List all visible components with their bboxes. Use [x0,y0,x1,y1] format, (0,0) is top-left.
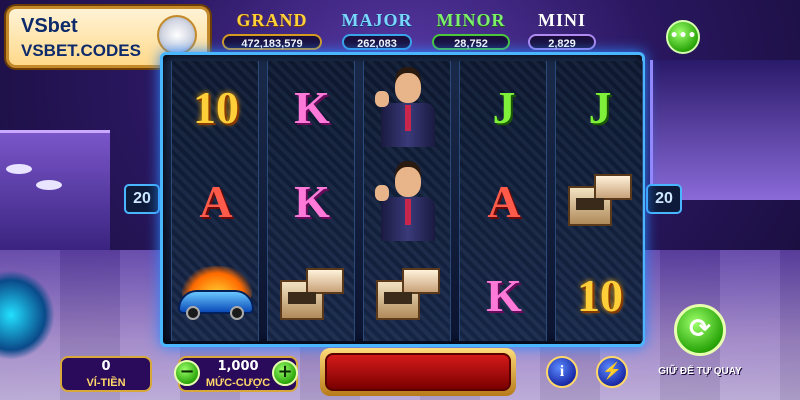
jackpot-mini-name: MINI [538,10,586,30]
jackpot-grand-name: GRAND [236,10,308,30]
jackpot-grand: GRAND 472,183,579 [216,10,328,50]
reel-cell [268,249,356,341]
slot-reels: 10 A K K J A K J 10 [160,52,645,347]
logo-brand-text: VSbet [21,15,78,37]
neon-sofa [0,270,55,360]
mansion-icon [564,170,636,232]
reel: K K [267,61,355,341]
jackpot-minor: MINOR 28,752 [426,10,516,50]
decrease-bet-button[interactable]: − [174,360,200,386]
symbol-k: K [486,269,522,321]
mansion-icon [372,264,444,326]
symbol-a: A [199,175,233,227]
wallet-display: 0 VÍ-TIỀN [60,356,152,392]
wallet-value: 0 [101,359,111,374]
jackpot-major: MAJOR 262,083 [336,10,418,50]
mansion-icon [276,264,348,326]
jackpot-major-name: MAJOR [341,10,413,30]
info-icon[interactable]: i [546,356,578,388]
reel-cell [364,61,452,153]
symbol-j: J [492,81,516,133]
reel-cell: K [268,155,356,247]
reel-cell [364,249,452,341]
reel-cell: K [268,61,356,153]
symbol-k: K [294,81,330,133]
symbol-10: 10 [577,269,623,321]
businessman-icon [371,65,445,149]
payline-count-right: 20 [646,184,682,214]
reel-cell: J [556,61,644,153]
bar-stool [6,164,32,174]
jackpot-major-value: 262,083 [342,34,412,50]
wallet-label: VÍ-TIỀN [86,377,126,389]
reel-cell: 10 [556,249,644,341]
reel-cell [364,155,452,247]
bar-stool [36,180,62,190]
jackpot-minor-value: 28,752 [432,34,510,50]
reel-cell: A [460,155,548,247]
jackpot-mini: MINI 2,829 [522,10,602,50]
jackpot-minor-name: MINOR [436,10,506,30]
lounge-window [650,60,800,200]
reel-cell: A [172,155,260,247]
logo-domain-text: VSBET.CODES [21,41,141,60]
symbol-k: K [294,175,330,227]
businessman-icon [371,159,445,243]
reel-cell [556,155,644,247]
symbol-j: J [588,81,612,133]
reel-cell: 10 [172,61,260,153]
reel: J 10 [555,61,643,341]
increase-bet-button[interactable]: + [272,360,298,386]
reel-cell: J [460,61,548,153]
reel [363,61,451,341]
reel-cell [172,249,260,341]
crest-emblem-icon [157,15,197,55]
autospin-label: GIỮ ĐỂ TỰ QUAY [658,366,742,377]
jackpot-grand-value: 472,183,579 [222,34,322,50]
more-dots-icon[interactable]: ••• [666,20,700,54]
jackpot-mini-value: 2,829 [528,34,596,50]
spin-button-face[interactable] [325,353,511,391]
payline-count-left: 20 [124,184,160,214]
reel: 10 A [171,61,259,341]
sports-car-icon [176,266,256,324]
spin-button[interactable] [320,348,516,396]
symbol-10: 10 [193,81,239,133]
turbo-bolt-icon[interactable]: ⚡ [596,356,628,388]
reel: J A K [459,61,547,341]
autospin-button[interactable]: ⟳ [674,304,726,356]
reel-cell: K [460,249,548,341]
symbol-a: A [487,175,521,227]
bar-counter [0,130,110,250]
